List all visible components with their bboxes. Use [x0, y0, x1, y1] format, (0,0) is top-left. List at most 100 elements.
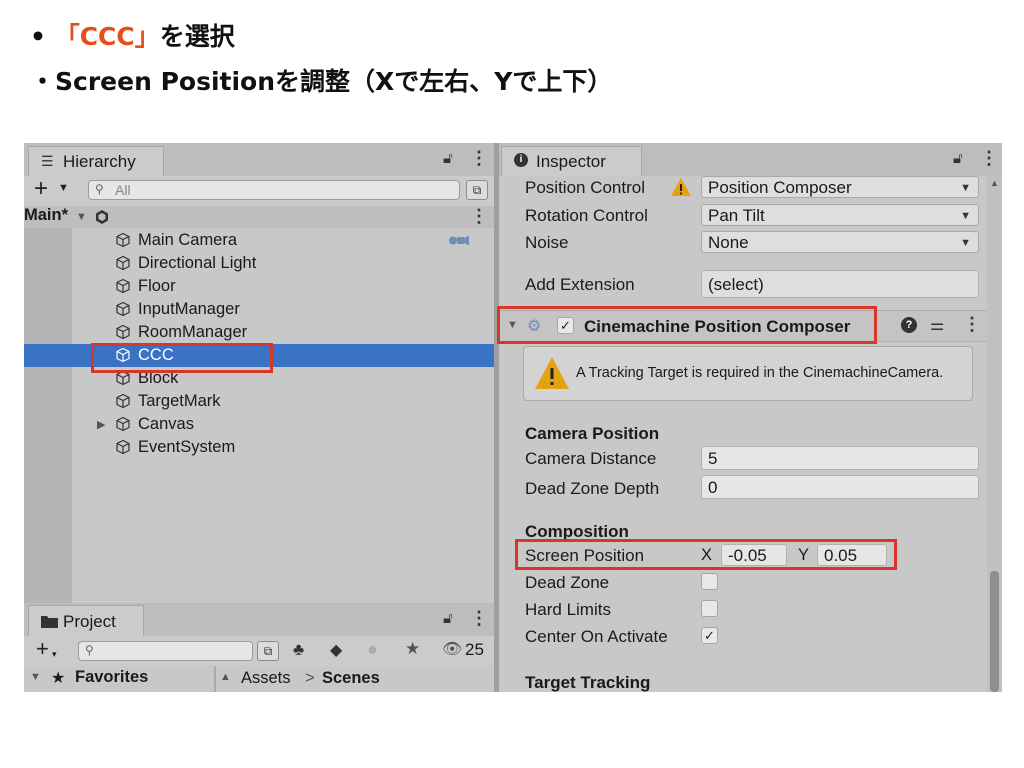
tab-project[interactable]: Project: [28, 605, 144, 636]
search-icon: ⚲: [85, 643, 94, 657]
hierarchy-item-eventsystem[interactable]: EventSystem: [24, 436, 494, 459]
annotation-box-screen-position: [515, 539, 897, 570]
gameobject-icon: [116, 301, 130, 317]
help-icon[interactable]: ?: [901, 317, 917, 333]
filter-by-type-icon[interactable]: ♣: [293, 640, 304, 660]
hard-limits-checkbox[interactable]: [701, 600, 718, 617]
tab-inspector[interactable]: i Inspector: [501, 146, 642, 176]
project-favorites-row: ▼ ★ Favorites ▲ Assets > Scenes: [24, 666, 494, 692]
center-on-activate-checkbox[interactable]: ✓: [701, 627, 718, 644]
gameobject-icon: [116, 255, 130, 271]
noise-value: None: [708, 233, 749, 252]
annotation-box-component: [497, 306, 877, 344]
lock-icon[interactable]: 🔓︎: [443, 610, 453, 627]
project-splitter[interactable]: [214, 666, 216, 692]
highlight-ccc: 「CCC」: [54, 22, 160, 51]
tab-hierarchy[interactable]: ☰ Hierarchy: [28, 146, 164, 176]
favorites-label[interactable]: Favorites: [75, 668, 148, 687]
hierarchy-search-input[interactable]: ⚲ All: [88, 180, 460, 200]
scrollbar-thumb[interactable]: [990, 571, 999, 692]
instruction-select: を選択: [159, 22, 235, 51]
project-tabbar: Project 🔓︎ ⋮: [24, 603, 494, 636]
chevron-up-icon[interactable]: ▲: [220, 671, 231, 683]
unity-scene-icon: [96, 210, 108, 224]
circle-icon[interactable]: ●: [367, 639, 378, 660]
hierarchy-item-directional-light[interactable]: Directional Light: [24, 252, 494, 275]
hidden-count: 25: [465, 640, 484, 659]
chevron-down-icon[interactable]: ▾: [52, 649, 57, 660]
noise-dropdown[interactable]: None ▼: [701, 231, 979, 253]
kebab-menu-icon[interactable]: ⋮: [470, 608, 488, 629]
add-extension-dropdown[interactable]: (select): [701, 270, 979, 298]
gameobject-icon: [116, 278, 130, 294]
presets-icon[interactable]: ⚌: [930, 315, 944, 335]
dead-zone-depth-field[interactable]: 0: [701, 475, 979, 499]
chevron-down-icon: ▼: [960, 210, 971, 222]
info-icon: i: [514, 153, 528, 167]
star-icon: ★: [51, 670, 66, 687]
hierarchy-item-label: RoomManager: [138, 323, 248, 341]
chevron-down-icon[interactable]: ▼: [58, 182, 69, 194]
lock-icon[interactable]: 🔓︎: [443, 150, 453, 167]
camera-distance-value: 5: [708, 449, 718, 468]
project-search-input[interactable]: ⚲: [78, 641, 253, 661]
instruction-line-2: ・Screen Positionを調整（Xで左右、Yで上下）: [30, 67, 613, 96]
breadcrumb-separator: >: [305, 669, 315, 687]
folder-icon: [41, 616, 58, 628]
rotation-control-dropdown[interactable]: Pan Tilt ▼: [701, 204, 979, 226]
dead-zone-label: Dead Zone: [525, 573, 610, 592]
label-tag-icon[interactable]: ◆: [330, 640, 342, 660]
scroll-up-icon[interactable]: ▲: [990, 178, 999, 188]
hierarchy-item-label: TargetMark: [138, 392, 221, 410]
hierarchy-item-inputmanager[interactable]: InputManager: [24, 298, 494, 321]
breadcrumb-scenes[interactable]: Scenes: [322, 669, 380, 688]
add-extension-value: (select): [708, 275, 764, 294]
gameobject-icon: [116, 439, 130, 455]
expand-down-icon[interactable]: ▼: [76, 211, 87, 223]
camera-distance-field[interactable]: 5: [701, 446, 979, 470]
scene-menu-icon[interactable]: ⋮: [470, 206, 488, 227]
add-icon[interactable]: +: [34, 175, 48, 203]
hierarchy-toolbar: + ▼ ⚲ All ⧉: [24, 175, 494, 207]
warning-icon: [671, 178, 691, 196]
scene-row[interactable]: ▼ Main* ⋮: [24, 206, 494, 228]
search-by-type-icon[interactable]: ⧉: [466, 180, 488, 200]
project-toolbar: + ▾ ⚲ ⧉ ♣ ◆ ● ★ 👁︎ 25: [24, 636, 494, 667]
warning-icon: [535, 357, 569, 389]
kebab-menu-icon[interactable]: ⋮: [980, 148, 998, 169]
component-menu-icon[interactable]: ⋮: [963, 314, 981, 335]
hierarchy-item-floor[interactable]: Floor: [24, 275, 494, 298]
hierarchy-item-main-camera[interactable]: Main Camera: [24, 229, 494, 252]
tab-hierarchy-label: Hierarchy: [63, 152, 136, 171]
rotation-control-label: Rotation Control: [525, 206, 648, 225]
eye-icon[interactable]: 👁︎: [442, 639, 462, 659]
rotation-control-value: Pan Tilt: [708, 206, 765, 225]
position-control-label: Position Control: [525, 178, 646, 197]
hard-limits-label: Hard Limits: [525, 600, 611, 619]
hierarchy-item-roommanager[interactable]: RoomManager: [24, 321, 494, 344]
breadcrumb-assets[interactable]: Assets: [241, 669, 291, 688]
gameobject-icon: [116, 324, 130, 340]
list-icon: ☰: [41, 153, 54, 169]
hierarchy-item-targetmark[interactable]: TargetMark: [24, 390, 494, 413]
hierarchy-item-label: EventSystem: [138, 438, 236, 456]
position-control-dropdown[interactable]: Position Composer ▼: [701, 176, 979, 198]
target-tracking-header: Target Tracking: [525, 673, 651, 692]
hierarchy-item-label: Canvas: [138, 415, 194, 433]
cinemachine-brain-icon: [449, 235, 469, 246]
search-by-type-icon[interactable]: ⧉: [257, 641, 279, 661]
inspector-tabbar: i Inspector 🔓︎ ⋮: [499, 143, 1002, 176]
lock-icon[interactable]: 🔓︎: [953, 150, 963, 167]
annotation-box-ccc: [91, 343, 273, 373]
expand-right-icon[interactable]: ▶: [97, 418, 105, 431]
add-icon[interactable]: +: [36, 636, 49, 662]
star-icon[interactable]: ★: [405, 639, 420, 659]
dead-zone-checkbox[interactable]: [701, 573, 718, 590]
warning-help-box: A Tracking Target is required in the Cin…: [523, 346, 973, 401]
unity-editor-screenshot: ☰ Hierarchy 🔓︎ ⋮ + ▼ ⚲ All ⧉ ▼ Main* ⋮ M…: [24, 143, 1002, 692]
hierarchy-item-canvas[interactable]: ▶ Canvas: [24, 413, 494, 436]
expand-down-icon[interactable]: ▼: [30, 671, 41, 683]
inspector-scrollbar[interactable]: ▲: [987, 176, 1002, 692]
add-extension-label: Add Extension: [525, 275, 635, 294]
kebab-menu-icon[interactable]: ⋮: [470, 148, 488, 169]
